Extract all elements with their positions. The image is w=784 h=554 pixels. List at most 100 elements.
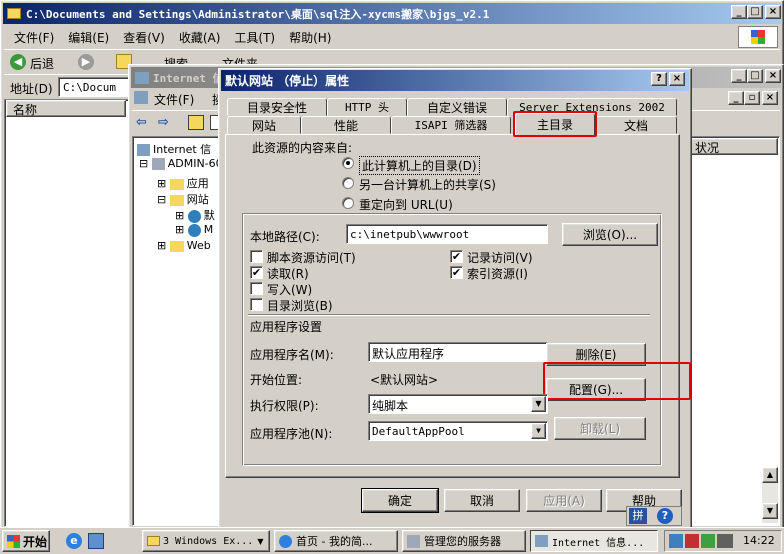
close-button[interactable]: × <box>765 5 781 19</box>
checkbox-read[interactable]: ✔ <box>250 266 263 279</box>
tree-default-site[interactable]: ⊞ 默 <box>175 207 215 223</box>
ie-icon <box>279 534 292 548</box>
dialog-titlebar[interactable]: 默认网站 （停止）属性 ? × <box>221 70 689 91</box>
menu-edit[interactable]: 编辑(E) <box>68 29 109 46</box>
checkbox-write[interactable] <box>250 282 263 295</box>
tree-site-m-label: M <box>203 223 214 236</box>
iis-forward-icon[interactable]: ⇨ <box>158 115 169 130</box>
checkbox-write-label[interactable]: 写入(W) <box>267 281 312 298</box>
execute-permissions-value: 纯脚本 <box>372 399 409 413</box>
ok-button[interactable]: 确定 <box>361 488 439 513</box>
tree-server[interactable]: ⊟ ADMIN-60 <box>139 157 223 170</box>
menu-help[interactable]: 帮助(H) <box>289 29 331 46</box>
menu-file[interactable]: 文件(F) <box>14 29 54 46</box>
menu-favorites[interactable]: 收藏(A) <box>179 29 221 46</box>
radio-local-directory[interactable] <box>342 157 354 169</box>
minimize-button[interactable]: _ <box>731 5 747 19</box>
tab-performance[interactable]: 性能 <box>301 116 391 134</box>
checkbox-script-source[interactable] <box>250 250 263 263</box>
local-path-input[interactable]: c:\inetpub\wwwroot <box>346 224 548 244</box>
tree-websites[interactable]: ⊟ 网站 <box>157 191 209 207</box>
forward-arrow-icon[interactable]: ▶ <box>78 54 94 70</box>
taskbar-item-iis[interactable]: Internet 信息... <box>530 530 658 552</box>
radio-redirect-url[interactable] <box>342 197 354 209</box>
taskbar-item-explorer[interactable]: 3 Windows Ex... ▼ <box>142 530 270 552</box>
tab-directory-security[interactable]: 目录安全性 <box>227 98 327 116</box>
checkbox-read-label[interactable]: 读取(R) <box>267 265 309 282</box>
scroll-down-arrow[interactable]: ▼ <box>762 503 778 519</box>
column-header-status[interactable]: 状况 <box>686 138 778 155</box>
app-name-input[interactable]: 默认应用程序 <box>368 342 548 362</box>
radio-network-share[interactable] <box>342 177 354 189</box>
chevron-down-icon[interactable]: ▼ <box>531 423 546 439</box>
iis-minimize-button[interactable]: _ <box>731 69 747 83</box>
back-label[interactable]: 后退 <box>30 55 54 72</box>
chevron-down-icon[interactable]: ▼ <box>531 396 546 412</box>
tree-web-ext[interactable]: ⊞ Web <box>157 239 211 252</box>
apply-button[interactable]: 应用(A) <box>526 489 602 512</box>
scrollbar-vertical[interactable]: ▲ ▼ <box>762 467 778 523</box>
execute-permissions-select[interactable]: 纯脚本 ▼ <box>368 394 548 414</box>
mdi-close-button[interactable]: × <box>762 91 778 105</box>
mdi-restore-button[interactable]: ▫ <box>744 91 760 105</box>
radio-network-share-label[interactable]: 另一台计算机上的共享(S) <box>359 176 496 193</box>
checkbox-index-resource-label[interactable]: 索引资源(I) <box>467 265 528 282</box>
tray-network-icon[interactable] <box>669 534 683 548</box>
tray-vm-icon[interactable] <box>717 534 733 548</box>
tray-security-icon[interactable] <box>685 534 699 548</box>
cancel-button[interactable]: 取消 <box>444 489 520 512</box>
iis-back-icon[interactable]: ⇦ <box>136 115 147 130</box>
explorer-titlebar[interactable]: C:\Documents and Settings\Administrator\… <box>3 3 781 24</box>
tab-documents[interactable]: 文档 <box>595 116 677 134</box>
radio-redirect-url-label[interactable]: 重定向到 URL(U) <box>359 196 453 213</box>
checkbox-directory-browsing[interactable] <box>250 298 263 311</box>
address-input[interactable]: C:\Docum <box>58 77 138 97</box>
tree-apppools[interactable]: ⊞ 应用 <box>157 175 209 191</box>
checkbox-log-visits-label[interactable]: 记录访问(V) <box>467 249 533 266</box>
help-question-button[interactable]: ? <box>651 72 667 86</box>
tab-website[interactable]: 网站 <box>227 116 301 134</box>
taskbar-item-manage-server[interactable]: 管理您的服务器 <box>402 530 526 552</box>
checkbox-index-resource[interactable]: ✔ <box>450 266 463 279</box>
tree-site-m[interactable]: ⊞ M <box>175 223 213 237</box>
ime-help-icon[interactable]: ? <box>657 508 673 524</box>
iis-menu-file[interactable]: 文件(F) <box>154 91 194 108</box>
checkbox-script-source-label[interactable]: 脚本资源访问(T) <box>267 249 356 266</box>
ime-pinyin-icon[interactable]: 拼 <box>629 508 647 524</box>
mdi-minimize-button[interactable]: _ <box>728 91 744 105</box>
system-tray: 14:22 <box>664 530 782 552</box>
iis-up-icon[interactable] <box>188 115 204 130</box>
taskbar-item-homepage[interactable]: 首页 - 我的简... <box>274 530 398 552</box>
dialog-title: 默认网站 （停止）属性 <box>225 74 350 88</box>
tab-custom-errors[interactable]: 自定义错误 <box>407 98 507 116</box>
dialog-close-button[interactable]: × <box>669 72 685 86</box>
app-settings-label: 应用程序设置 <box>250 320 323 334</box>
iis-close-button[interactable]: × <box>765 69 781 83</box>
column-header-name[interactable]: 名称 <box>6 100 126 117</box>
back-arrow-icon[interactable]: ◀ <box>10 54 26 70</box>
radio-local-directory-label[interactable]: 此计算机上的目录(D) <box>359 156 480 175</box>
chevron-down-icon: ▼ <box>257 536 264 546</box>
checkbox-log-visits[interactable]: ✔ <box>450 250 463 263</box>
menu-view[interactable]: 查看(V) <box>123 29 165 46</box>
start-button[interactable]: 开始 <box>2 530 50 552</box>
tray-app-icon[interactable] <box>701 534 715 548</box>
app-name-label: 应用程序名(M): <box>250 348 334 362</box>
maximize-button[interactable]: □ <box>747 5 763 19</box>
quicklaunch-ie-icon[interactable]: e <box>66 533 82 549</box>
browse-button[interactable]: 浏览(O)... <box>562 223 658 246</box>
app-pool-select[interactable]: DefaultAppPool ▼ <box>368 421 548 441</box>
menu-tools[interactable]: 工具(T) <box>234 29 275 46</box>
app-pool-value: DefaultAppPool <box>372 425 465 438</box>
checkbox-directory-browsing-label[interactable]: 目录浏览(B) <box>267 297 333 314</box>
unload-button[interactable]: 卸载(L) <box>554 417 646 440</box>
tree-root[interactable]: Internet 信 <box>137 141 211 157</box>
iis-maximize-button[interactable]: □ <box>747 69 763 83</box>
iis-icon <box>135 71 149 84</box>
execute-permissions-label: 执行权限(P): <box>250 399 319 413</box>
quicklaunch-desktop-icon[interactable] <box>88 533 104 549</box>
tab-http-headers[interactable]: HTTP 头 <box>327 98 407 116</box>
scroll-up-arrow[interactable]: ▲ <box>762 467 778 483</box>
separator-line <box>248 314 650 316</box>
tab-isapi-filters[interactable]: ISAPI 筛选器 <box>391 116 511 134</box>
